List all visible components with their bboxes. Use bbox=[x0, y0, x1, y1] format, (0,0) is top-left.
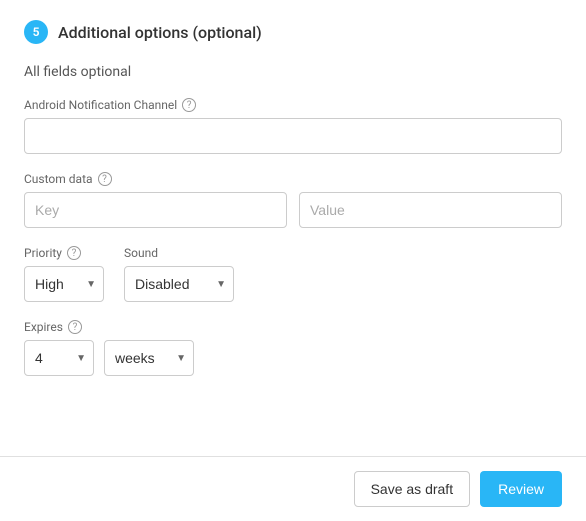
expires-unit-select[interactable]: minutes hours days weeks bbox=[104, 340, 194, 376]
android-channel-group: Android Notification Channel ? bbox=[24, 98, 562, 154]
expires-label: Expires ? bbox=[24, 320, 562, 334]
android-channel-input[interactable] bbox=[24, 118, 562, 154]
expires-number-select[interactable]: 1 2 3 4 5 6 7 8 bbox=[24, 340, 94, 376]
priority-sound-group: Priority ? High Normal Low ▼ Sound bbox=[24, 246, 562, 302]
custom-data-group: Custom data ? bbox=[24, 172, 562, 228]
priority-label: Priority ? bbox=[24, 246, 104, 260]
sound-select-wrapper: Disabled Default Custom ▼ bbox=[124, 266, 234, 302]
priority-select-wrapper: High Normal Low ▼ bbox=[24, 266, 104, 302]
custom-data-label: Custom data ? bbox=[24, 172, 562, 186]
review-button[interactable]: Review bbox=[480, 471, 562, 507]
sound-label: Sound bbox=[124, 246, 234, 260]
expires-group: Expires ? 1 2 3 4 5 6 7 8 ▼ bbox=[24, 320, 562, 376]
fields-optional-label: All fields optional bbox=[24, 64, 562, 80]
android-channel-label: Android Notification Channel ? bbox=[24, 98, 562, 112]
custom-data-help-icon[interactable]: ? bbox=[98, 172, 112, 186]
step-badge: 5 bbox=[24, 20, 48, 44]
priority-field: Priority ? High Normal Low ▼ bbox=[24, 246, 104, 302]
priority-sound-row: Priority ? High Normal Low ▼ Sound bbox=[24, 246, 562, 302]
custom-data-row bbox=[24, 192, 562, 228]
page-container: 5 Additional options (optional) All fiel… bbox=[0, 0, 586, 521]
save-draft-button[interactable]: Save as draft bbox=[354, 471, 471, 507]
footer-bar: Save as draft Review bbox=[0, 456, 586, 521]
android-channel-help-icon[interactable]: ? bbox=[182, 98, 196, 112]
section-title: Additional options (optional) bbox=[58, 23, 262, 42]
custom-data-key-input[interactable] bbox=[24, 192, 287, 228]
sound-select[interactable]: Disabled Default Custom bbox=[124, 266, 234, 302]
expires-row: 1 2 3 4 5 6 7 8 ▼ minutes hours bbox=[24, 340, 562, 376]
priority-help-icon[interactable]: ? bbox=[67, 246, 81, 260]
expires-unit-wrapper: minutes hours days weeks ▼ bbox=[104, 340, 194, 376]
step-number: 5 bbox=[33, 25, 40, 39]
expires-number-wrapper: 1 2 3 4 5 6 7 8 ▼ bbox=[24, 340, 94, 376]
priority-select[interactable]: High Normal Low bbox=[24, 266, 104, 302]
expires-help-icon[interactable]: ? bbox=[68, 320, 82, 334]
sound-field: Sound Disabled Default Custom ▼ bbox=[124, 246, 234, 302]
main-content: 5 Additional options (optional) All fiel… bbox=[0, 0, 586, 456]
section-header: 5 Additional options (optional) bbox=[24, 20, 562, 44]
custom-data-value-input[interactable] bbox=[299, 192, 562, 228]
